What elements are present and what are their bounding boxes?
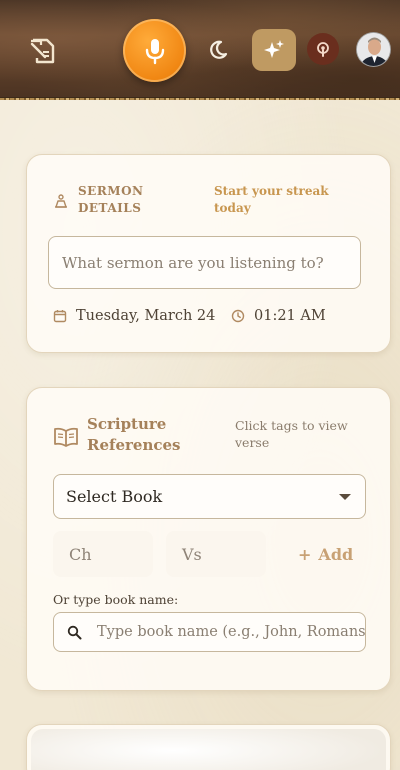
notes-card-image	[31, 729, 386, 770]
verse-input[interactable]: Vs	[166, 531, 266, 577]
ai-sparkle-button[interactable]	[252, 29, 296, 71]
sermon-time[interactable]: 01:21 AM	[231, 308, 326, 324]
streak-link[interactable]: Start your streak today	[214, 183, 344, 217]
sermon-details-header: SERMON DETAILS	[53, 183, 158, 217]
book-name-search-input[interactable]: Type book name (e.g., John, Romans)	[53, 612, 366, 652]
app-header	[0, 0, 400, 100]
scripture-header: Scripture References	[53, 414, 207, 456]
open-book-icon	[54, 427, 78, 447]
scripture-title: Scripture References	[87, 415, 181, 454]
sermon-date[interactable]: Tuesday, March 24	[53, 308, 215, 324]
add-reference-button[interactable]: + Add	[298, 531, 353, 577]
select-book-dropdown[interactable]: Select Book	[53, 474, 366, 519]
speaker-podium-icon	[55, 194, 67, 208]
add-label: Add	[318, 544, 354, 564]
moon-icon[interactable]	[204, 36, 232, 64]
clock-icon	[231, 309, 245, 323]
podcast-button[interactable]	[307, 33, 339, 65]
avatar[interactable]	[356, 32, 391, 67]
microphone-button[interactable]	[123, 19, 186, 82]
scripture-references-card: Scripture References Click tags to view …	[26, 387, 391, 691]
chapter-input[interactable]: Ch	[53, 531, 153, 577]
chevron-down-icon	[339, 494, 351, 500]
type-book-label: Or type book name:	[53, 592, 179, 607]
plus-icon: +	[298, 544, 312, 564]
sparkles-icon	[264, 40, 284, 58]
search-icon	[67, 625, 82, 639]
sermon-input-placeholder: What sermon are you listening to?	[62, 253, 324, 272]
select-book-value: Select Book	[66, 487, 163, 506]
notes-card	[26, 724, 391, 770]
sermon-details-label: SERMON DETAILS	[78, 184, 144, 215]
tags-hint: Click tags to view verse	[235, 418, 348, 450]
podcast-pin-icon	[317, 42, 329, 57]
chapter-placeholder: Ch	[69, 544, 92, 564]
microphone-icon	[145, 38, 164, 64]
header-trim	[0, 97, 400, 100]
sermon-title-input[interactable]: What sermon are you listening to?	[48, 236, 361, 289]
sermon-details-card: SERMON DETAILS Start your streak today W…	[26, 154, 391, 353]
sermon-time-text: 01:21 AM	[254, 308, 326, 324]
quill-book-icon[interactable]	[27, 34, 61, 68]
verse-placeholder: Vs	[182, 544, 202, 564]
sermon-date-text: Tuesday, March 24	[76, 308, 216, 324]
calendar-icon	[53, 310, 67, 323]
book-search-placeholder: Type book name (e.g., John, Romans)	[97, 624, 366, 640]
